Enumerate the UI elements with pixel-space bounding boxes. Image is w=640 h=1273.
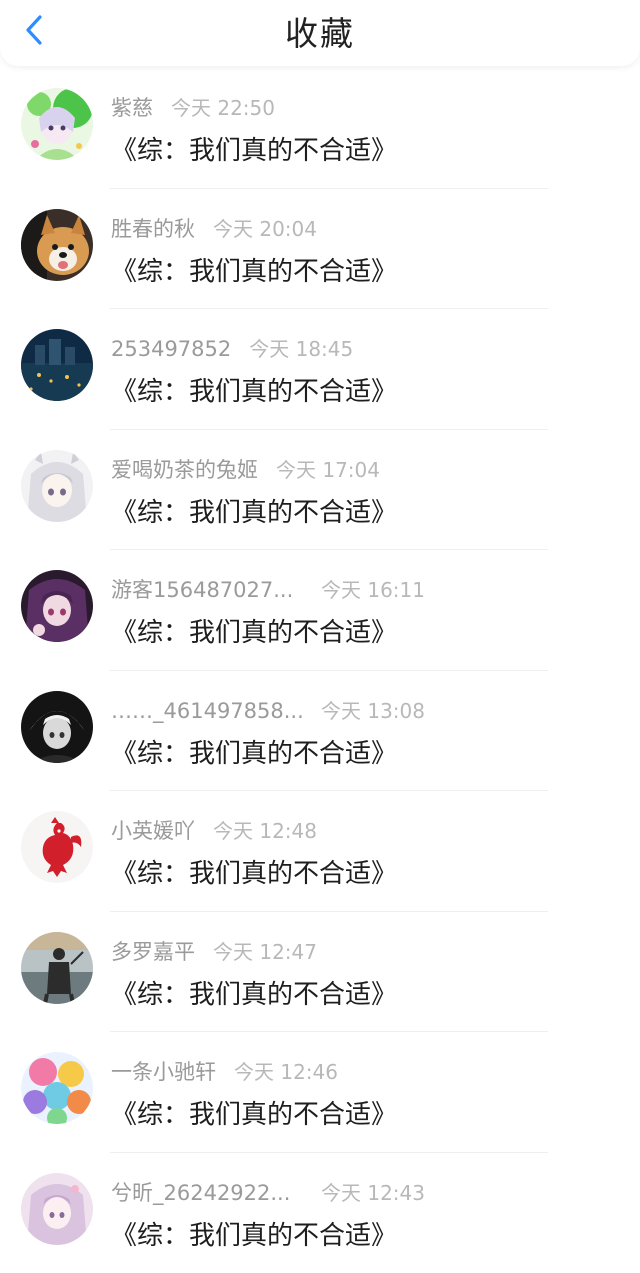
list-item[interactable]: 253497852 今天 18:45 《综：我们真的不合适》: [0, 309, 640, 430]
avatar[interactable]: [21, 570, 93, 642]
username[interactable]: 253497852: [111, 337, 231, 361]
book-title[interactable]: 《综：我们真的不合适》: [111, 251, 397, 288]
book-title[interactable]: 《综：我们真的不合适》: [111, 853, 397, 890]
book-title[interactable]: 《综：我们真的不合适》: [111, 371, 397, 408]
timestamp: 今天 22:50: [171, 92, 275, 121]
avatar[interactable]: [21, 1052, 93, 1124]
book-title[interactable]: 《综：我们真的不合适》: [111, 974, 397, 1011]
avatar[interactable]: [21, 450, 93, 522]
book-title[interactable]: 《综：我们真的不合适》: [111, 130, 397, 167]
username[interactable]: 一条小驰轩: [111, 1056, 216, 1086]
list-item[interactable]: 游客156487027... 今天 16:11 《综：我们真的不合适》: [0, 550, 640, 671]
username[interactable]: 爱喝奶茶的兔姬: [111, 454, 258, 484]
timestamp: 今天 12:48: [213, 815, 317, 844]
list-item[interactable]: 胜春的秋 今天 20:04 《综：我们真的不合适》: [0, 189, 640, 310]
top-bar: 收藏: [0, 0, 640, 66]
timestamp: 今天 13:08: [321, 695, 425, 724]
book-title[interactable]: 《综：我们真的不合适》: [111, 612, 397, 649]
timestamp: 今天 18:45: [249, 333, 353, 362]
username[interactable]: 小英媛吖: [111, 815, 195, 845]
timestamp: 今天 17:04: [276, 454, 380, 483]
book-title[interactable]: 《综：我们真的不合适》: [111, 1215, 397, 1252]
username[interactable]: 胜春的秋: [111, 213, 195, 243]
timestamp: 今天 12:47: [213, 936, 317, 965]
username[interactable]: 紫慈: [111, 92, 153, 122]
avatar[interactable]: [21, 88, 93, 160]
list-item[interactable]: 紫慈 今天 22:50 《综：我们真的不合适》: [0, 68, 640, 189]
username[interactable]: 游客156487027...: [111, 574, 303, 604]
avatar[interactable]: [21, 691, 93, 763]
list-item[interactable]: 小英媛吖 今天 12:48 《综：我们真的不合适》: [0, 791, 640, 912]
list-item[interactable]: 一条小驰轩 今天 12:46 《综：我们真的不合适》: [0, 1032, 640, 1153]
avatar[interactable]: [21, 209, 93, 281]
list-item[interactable]: 爱喝奶茶的兔姬 今天 17:04 《综：我们真的不合适》: [0, 430, 640, 551]
list-item[interactable]: 兮昕_26242922... 今天 12:43 《综：我们真的不合适》: [0, 1153, 640, 1273]
favorites-list: 紫慈 今天 22:50 《综：我们真的不合适》 胜春的秋 今天 20:04: [0, 68, 640, 1273]
book-title[interactable]: 《综：我们真的不合适》: [111, 1094, 397, 1131]
username[interactable]: 多罗嘉平: [111, 936, 195, 966]
list-item[interactable]: 多罗嘉平 今天 12:47 《综：我们真的不合适》: [0, 912, 640, 1033]
page-title: 收藏: [0, 0, 640, 66]
avatar[interactable]: [21, 932, 93, 1004]
timestamp: 今天 16:11: [321, 574, 425, 603]
username[interactable]: ……_461497858...: [111, 699, 303, 723]
username[interactable]: 兮昕_26242922...: [111, 1177, 303, 1207]
list-item[interactable]: ……_461497858... 今天 13:08 《综：我们真的不合适》: [0, 671, 640, 792]
timestamp: 今天 20:04: [213, 213, 317, 242]
book-title[interactable]: 《综：我们真的不合适》: [111, 492, 397, 529]
book-title[interactable]: 《综：我们真的不合适》: [111, 733, 397, 770]
avatar[interactable]: [21, 1173, 93, 1245]
timestamp: 今天 12:43: [321, 1177, 425, 1206]
timestamp: 今天 12:46: [234, 1056, 338, 1085]
avatar[interactable]: [21, 811, 93, 883]
avatar[interactable]: [21, 329, 93, 401]
